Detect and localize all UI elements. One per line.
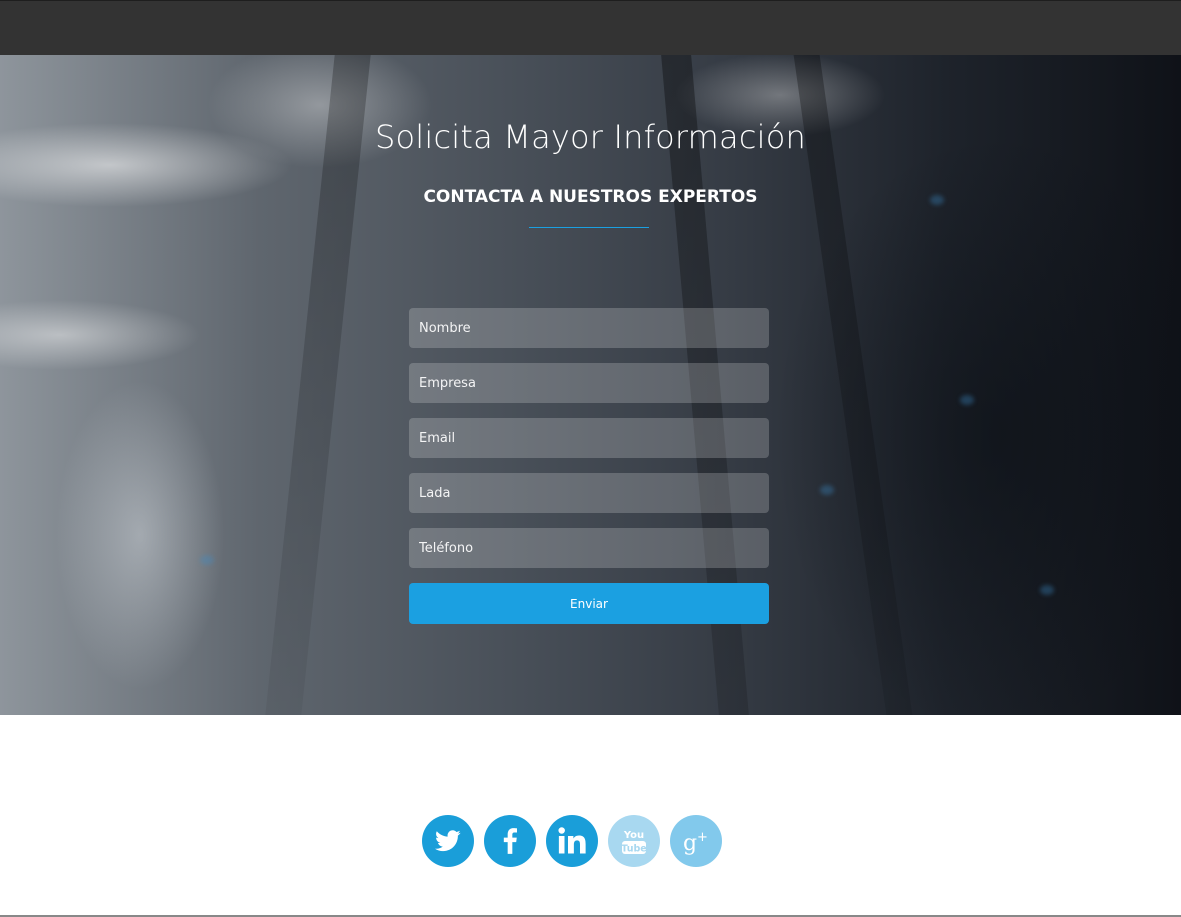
title-divider — [529, 227, 649, 228]
svg-text:You: You — [623, 830, 644, 841]
company-input[interactable] — [409, 363, 769, 403]
page-subtitle: CONTACTA A NUESTROS EXPERTOS — [423, 187, 758, 207]
contact-hero-section: Solicita Mayor Información CONTACTA A NU… — [0, 55, 1181, 715]
phone-input[interactable] — [409, 528, 769, 568]
top-navigation-bar — [0, 0, 1181, 55]
youtube-link[interactable]: You Tube — [608, 815, 660, 867]
facebook-link[interactable] — [484, 815, 536, 867]
svg-text:+: + — [697, 830, 708, 845]
submit-button[interactable]: Enviar — [409, 583, 769, 624]
background-light — [820, 485, 834, 495]
linkedin-link[interactable] — [546, 815, 598, 867]
google-plus-icon: g + — [681, 826, 711, 856]
youtube-icon: You Tube — [621, 826, 647, 856]
page-title: Solicita Mayor Información — [374, 118, 807, 156]
area-code-input[interactable] — [409, 473, 769, 513]
facebook-icon — [503, 828, 517, 854]
background-light — [1040, 585, 1054, 595]
svg-text:Tube: Tube — [621, 844, 646, 855]
twitter-icon — [435, 830, 461, 852]
background-light — [200, 555, 214, 565]
twitter-link[interactable] — [422, 815, 474, 867]
social-links: You Tube g + — [422, 815, 722, 867]
google-plus-link[interactable]: g + — [670, 815, 722, 867]
linkedin-icon — [557, 826, 587, 856]
email-input[interactable] — [409, 418, 769, 458]
name-input[interactable] — [409, 308, 769, 348]
svg-text:g: g — [683, 831, 697, 856]
background-light — [960, 395, 974, 405]
